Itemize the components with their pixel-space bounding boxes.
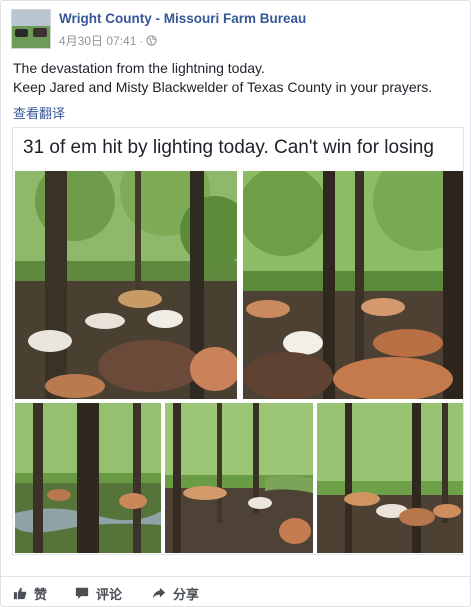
page-name-link[interactable]: Wright County - Missouri Farm Bureau [59, 11, 306, 26]
photo-dead-cattle-2[interactable] [243, 171, 463, 399]
post-message-line-1: The devastation from the lightning today… [13, 60, 265, 76]
like-label: 赞 [34, 586, 48, 602]
globe-icon [146, 35, 158, 46]
photo-dead-cattle-3[interactable] [15, 403, 161, 553]
post-message-line-2: Keep Jared and Misty Blackwelder of Texa… [13, 79, 433, 95]
post-actions-bar: 赞 评论 分享 [1, 576, 470, 606]
share-arrow-icon [152, 586, 166, 600]
like-button[interactable]: 赞 [13, 583, 47, 603]
page-avatar[interactable] [11, 9, 51, 49]
share-label: 分享 [173, 586, 200, 602]
post-timestamp[interactable]: 4月30日 07:41 [59, 32, 136, 49]
comment-icon [75, 586, 89, 600]
see-translation-link[interactable]: 查看翻译 [13, 103, 65, 122]
post-message: The devastation from the lightning today… [13, 59, 463, 97]
photo-dead-cattle-1[interactable] [15, 171, 237, 399]
comment-button[interactable]: 评论 [75, 583, 122, 603]
share-button[interactable]: 分享 [152, 583, 199, 603]
image-caption: 31 of em hit by lighting today. Can't wi… [23, 137, 434, 158]
shared-image[interactable]: 31 of em hit by lighting today. Can't wi… [12, 127, 464, 555]
photo-dead-cattle-4[interactable] [165, 403, 313, 553]
facebook-post: Wright County - Missouri Farm Bureau 4月3… [0, 0, 471, 607]
post-meta: 4月30日 07:41 · [59, 32, 158, 49]
thumbs-up-icon [13, 586, 27, 600]
photo-dead-cattle-5[interactable] [317, 403, 463, 553]
meta-separator: · [139, 33, 144, 48]
comment-label: 评论 [96, 586, 123, 602]
post-header: Wright County - Missouri Farm Bureau 4月3… [11, 9, 461, 49]
